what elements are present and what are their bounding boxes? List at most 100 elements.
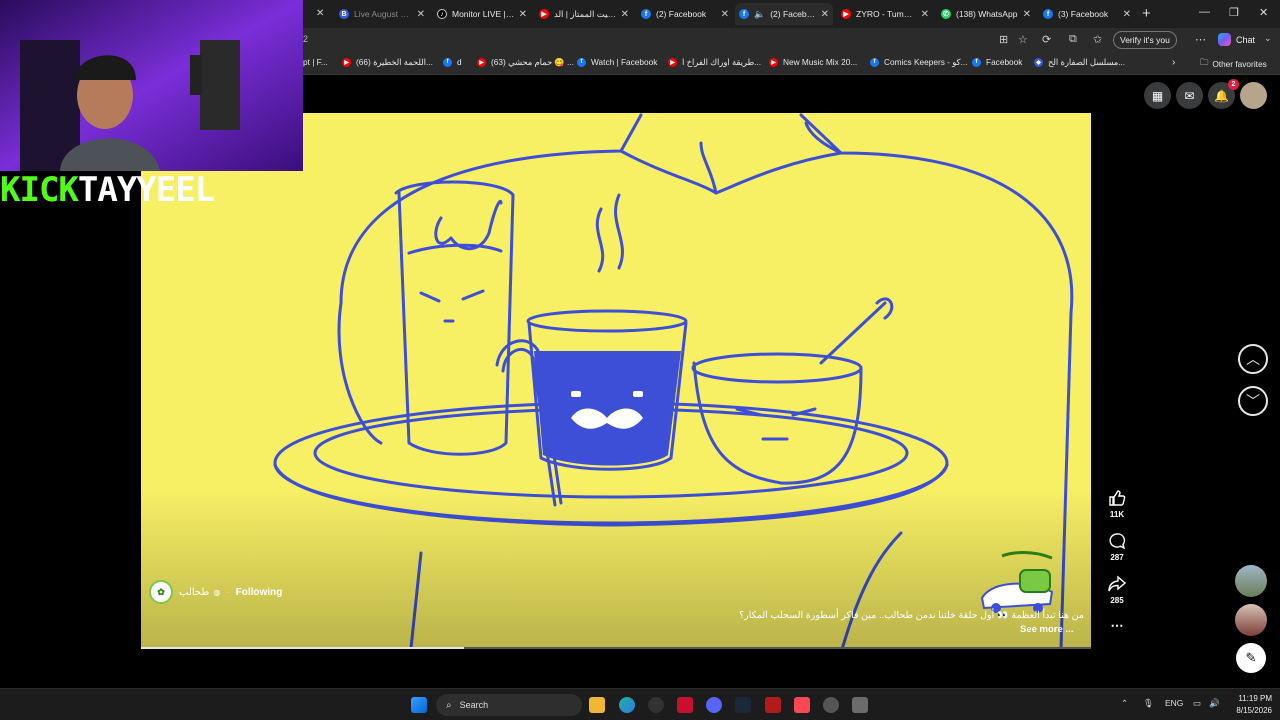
windows-start-icon[interactable]	[411, 697, 427, 713]
close-icon[interactable]: ✕	[417, 9, 425, 20]
favorite-item[interactable]: ◆ مسلسل الصفارة الح...	[1034, 57, 1125, 67]
app-red-icon[interactable]	[677, 697, 693, 713]
more-menu-icon[interactable]: ⋯	[1195, 33, 1206, 46]
close-icon[interactable]: ✕	[721, 9, 729, 20]
profile-avatar[interactable]	[1240, 82, 1267, 109]
speaker-icon[interactable]: 🔈	[754, 9, 765, 20]
like-button[interactable]: 11K	[1101, 489, 1133, 519]
close-icon[interactable]: ✕	[821, 9, 829, 20]
volume-icon[interactable]: 🔊	[1209, 698, 1220, 709]
contact-avatar[interactable]	[1235, 565, 1267, 597]
copilot-label: Chat	[1236, 34, 1256, 45]
network-icon[interactable]: ▭	[1193, 698, 1201, 709]
facebook-icon: f	[443, 57, 452, 67]
kick-channel-banner: KICKTAYYEEL	[0, 170, 215, 210]
windows-taskbar: ⌕ Search ⌃ 🎙 ENG ▭ 🔊 11:19 PM 8/15/2026	[0, 688, 1280, 720]
valorant-icon[interactable]	[794, 697, 810, 713]
like-count: 11K	[1109, 510, 1125, 519]
app-red2-icon[interactable]	[765, 697, 781, 713]
favorite-item[interactable]: ▶ New Music Mix 20...	[769, 57, 857, 67]
file-explorer-icon[interactable]	[589, 697, 605, 713]
url-text[interactable]: 2	[303, 34, 308, 44]
tab-youtube-set[interactable]: ▶ السيت الممتاز | الد ✕	[535, 3, 633, 25]
tab-title: (2) Facebook	[770, 9, 817, 19]
see-more-link[interactable]: See more ...	[1020, 624, 1073, 635]
taskbar-search[interactable]: ⌕ Search	[436, 694, 582, 716]
more-options-icon[interactable]: ⋯	[1101, 618, 1133, 634]
language-indicator[interactable]: ENG	[1165, 698, 1183, 708]
chevron-right-icon[interactable]: ›	[1172, 57, 1175, 68]
other-favorites[interactable]: 🗀 Other favorites	[1200, 57, 1267, 71]
favorite-item[interactable]: ▶ طريقة اوراك الفراخ ا...	[668, 57, 761, 67]
favorite-label: (66) اللحمة الخطيرة...	[356, 57, 433, 67]
copilot-button[interactable]: Chat	[1218, 33, 1255, 46]
app-available-icon[interactable]: ⊞	[999, 33, 1008, 46]
whatsapp-icon: ✆	[941, 9, 951, 19]
share-button[interactable]: 285	[1101, 575, 1133, 605]
globe-icon: ◍	[213, 587, 221, 597]
tab-live-august[interactable]: B Live August 08 - ✕	[335, 3, 429, 25]
obs-icon[interactable]	[648, 697, 664, 713]
kick-text-green: KICK	[0, 170, 79, 210]
favorite-item[interactable]: f Watch | Facebook	[577, 57, 657, 67]
channel-name[interactable]: طحالب	[179, 587, 209, 598]
favorite-item[interactable]: ▶ (63) حمام محشي 😋 ...	[477, 57, 574, 68]
close-icon[interactable]: ✕	[1123, 9, 1131, 20]
tab-title: (138) WhatsApp	[956, 9, 1018, 19]
favorite-item[interactable]: fd	[443, 57, 462, 67]
close-icon[interactable]: ✕	[621, 9, 629, 20]
chevron-down-icon[interactable]: ⌄	[1264, 33, 1272, 44]
search-icon: ⌕	[446, 699, 452, 711]
new-tab-button[interactable]: +	[1142, 5, 1151, 22]
search-placeholder: Search	[459, 700, 489, 710]
close-icon[interactable]: ✕	[921, 9, 929, 20]
chevron-up-icon[interactable]: ⌃	[1121, 698, 1128, 709]
following-button[interactable]: Following	[236, 587, 283, 598]
channel-watermark-logo	[980, 551, 1054, 613]
site-icon: ◆	[1034, 57, 1043, 67]
channel-avatar[interactable]: ✿	[149, 580, 173, 604]
reel-video[interactable]	[141, 113, 1091, 649]
video-progress-bar[interactable]	[141, 647, 1091, 649]
favorite-item[interactable]: f Facebook	[972, 57, 1022, 67]
tab-facebook-3[interactable]: f (3) Facebook ✕	[1039, 3, 1135, 25]
facebook-icon: f	[739, 9, 749, 19]
close-icon[interactable]: ✕	[316, 8, 324, 19]
app-w-icon[interactable]	[823, 697, 839, 713]
favorite-item[interactable]: pt | F...	[303, 57, 328, 67]
contact-avatar[interactable]	[1235, 604, 1267, 636]
tab-zyro[interactable]: ▶ ZYRO - Tuma Nu ✕	[837, 3, 933, 25]
favorite-item[interactable]: ▶ (66) اللحمة الخطيرة...	[342, 57, 433, 67]
settings-icon[interactable]	[852, 697, 868, 713]
restore-icon[interactable]: ❐	[1229, 6, 1239, 19]
tab-facebook-active[interactable]: f 🔈 (2) Facebook ✕	[735, 3, 833, 25]
close-icon[interactable]: ✕	[1023, 9, 1031, 20]
tab-facebook-1[interactable]: f (2) Facebook ✕	[637, 3, 733, 25]
next-reel-button[interactable]: ﹀	[1238, 386, 1268, 416]
new-message-button[interactable]: ✎	[1236, 643, 1266, 673]
system-clock[interactable]: 11:19 PM 8/15/2026	[1226, 693, 1272, 717]
comment-button[interactable]: 287	[1101, 532, 1133, 562]
kick-text-white: TAYYEEL	[77, 170, 215, 210]
streamer-webcam	[0, 0, 303, 171]
tab-whatsapp[interactable]: ✆ (138) WhatsApp ✕	[937, 3, 1035, 25]
favorite-item[interactable]: f Comics Keepers - كو...	[870, 57, 967, 67]
close-icon[interactable]: ✕	[519, 9, 527, 20]
steam-icon[interactable]	[735, 697, 751, 713]
edge-browser-icon[interactable]	[619, 697, 635, 713]
verify-button[interactable]: Verify it's you	[1113, 31, 1177, 49]
refresh-icon[interactable]: ⟳	[1042, 33, 1051, 46]
split-screen-icon[interactable]: ⧉	[1069, 33, 1077, 46]
previous-reel-button[interactable]: ︿	[1238, 344, 1268, 374]
thumbs-up-icon	[1109, 490, 1126, 506]
tab-monitor-live[interactable]: ♪ Monitor LIVE | Tik ✕	[433, 3, 531, 25]
favorite-star-icon[interactable]: ☆	[1018, 33, 1028, 46]
messenger-icon[interactable]: ✉	[1176, 82, 1203, 109]
discord-icon[interactable]	[706, 697, 722, 713]
microphone-icon[interactable]: 🎙	[1143, 698, 1154, 709]
favorites-icon[interactable]: ✩	[1093, 33, 1102, 46]
menu-grid-icon[interactable]: ▦	[1144, 82, 1171, 109]
close-window-icon[interactable]: ✕	[1259, 6, 1268, 19]
minimize-icon[interactable]: —	[1199, 6, 1210, 18]
favorite-label: New Music Mix 20...	[783, 57, 858, 67]
